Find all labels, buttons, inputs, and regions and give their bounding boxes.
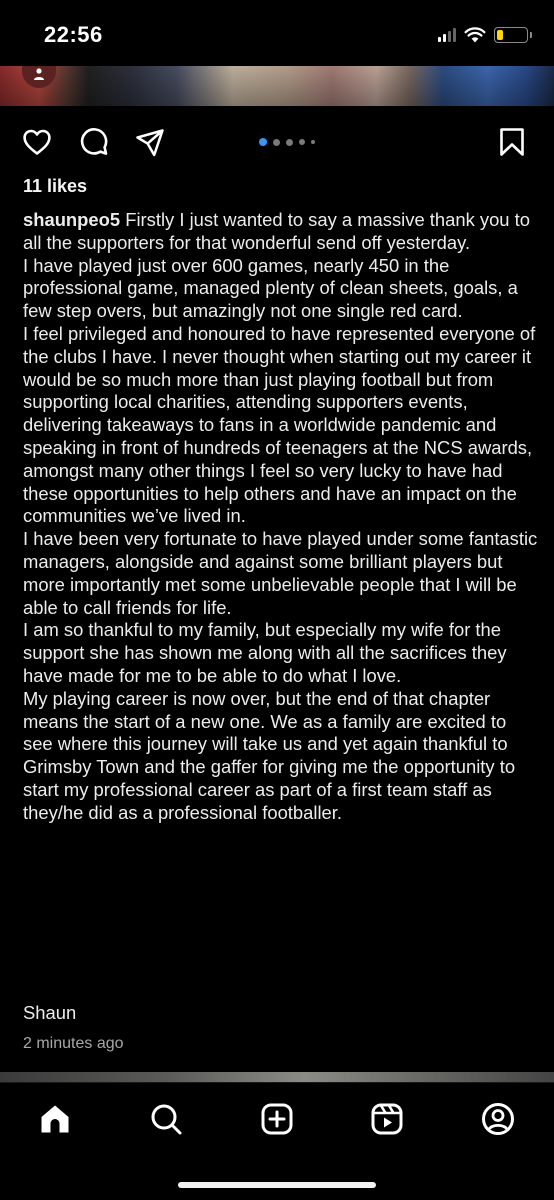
caption-paragraph: I feel privileged and honoured to have r… (23, 322, 536, 527)
likes-count[interactable]: 11 likes (23, 176, 87, 197)
caption-paragraph: I have played just over 600 games, nearl… (23, 254, 518, 322)
tab-profile[interactable] (480, 1101, 516, 1137)
tab-search[interactable] (148, 1101, 184, 1137)
post-image[interactable] (0, 66, 554, 106)
post-username[interactable]: shaunpeo5 (23, 209, 120, 230)
battery-level (497, 30, 503, 40)
wifi-icon (464, 27, 486, 43)
next-post-preview[interactable] (0, 1072, 554, 1082)
search-icon (151, 1104, 182, 1135)
post-timestamp: 2 minutes ago (23, 1035, 124, 1052)
profile-icon (482, 1103, 514, 1135)
carousel-dot (259, 138, 267, 146)
status-time: 22:56 (44, 22, 103, 47)
tab-create[interactable] (259, 1101, 295, 1137)
heart-icon[interactable] (21, 126, 53, 158)
battery-icon (494, 27, 532, 43)
post-actions (0, 122, 554, 162)
bookmark-icon[interactable] (496, 126, 528, 158)
carousel-indicator (259, 138, 315, 146)
share-icon[interactable] (134, 126, 166, 158)
bottom-tab-bar (0, 1082, 554, 1200)
caption-paragraph: I have been very fortunate to have playe… (23, 528, 538, 618)
tab-reels[interactable] (369, 1101, 405, 1137)
carousel-dot (286, 138, 293, 146)
caption-paragraph: shaunpeo5 Firstly I just wanted to say a… (23, 209, 539, 255)
carousel-dot (299, 139, 305, 145)
cellular-signal-icon (438, 28, 456, 42)
create-icon (261, 1103, 293, 1135)
caption-signoff: Shaun (23, 1002, 77, 1023)
tab-home[interactable] (37, 1101, 73, 1137)
carousel-dot (311, 140, 315, 144)
caption-paragraph: My playing career is now over, but the e… (23, 687, 516, 823)
comment-icon[interactable] (78, 126, 110, 158)
status-icons (438, 25, 532, 45)
home-indicator (178, 1182, 376, 1188)
post-caption: shaunpeo5 Firstly I just wanted to say a… (23, 209, 539, 825)
caption-paragraph: I am so thankful to my family, but espec… (23, 619, 507, 686)
carousel-dot (273, 138, 280, 146)
reels-icon (371, 1103, 403, 1135)
home-icon (41, 1105, 69, 1133)
status-bar: 22:56 (0, 0, 554, 66)
